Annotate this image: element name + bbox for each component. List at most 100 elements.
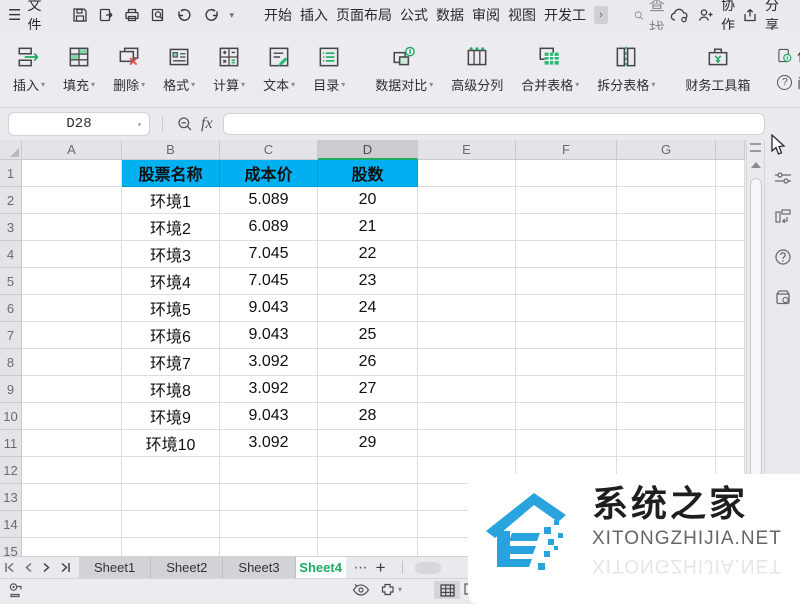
row-header-2[interactable]: 2 bbox=[0, 187, 22, 214]
cell-B3[interactable]: 环境2 bbox=[122, 214, 220, 241]
formula-input[interactable] bbox=[223, 113, 765, 135]
delete-button[interactable]: 删除▾ bbox=[104, 44, 154, 94]
cell-C10[interactable]: 9.043 bbox=[220, 403, 318, 430]
skin-settings-icon[interactable] bbox=[774, 288, 792, 306]
cell-F6[interactable] bbox=[516, 295, 617, 322]
cell-D5[interactable]: 23 bbox=[318, 268, 418, 295]
cell[interactable] bbox=[716, 214, 745, 241]
cell-E1[interactable] bbox=[418, 160, 516, 187]
cell-G4[interactable] bbox=[617, 241, 716, 268]
cell-C6[interactable]: 9.043 bbox=[220, 295, 318, 322]
zoom-out-icon[interactable] bbox=[177, 116, 193, 132]
tab-overflow-icon[interactable]: › bbox=[594, 6, 608, 24]
cell-A15[interactable] bbox=[22, 538, 122, 556]
cell-B13[interactable] bbox=[122, 484, 220, 511]
redo-icon[interactable] bbox=[203, 7, 220, 23]
usage-help-link[interactable]: 使用说明 bbox=[777, 46, 800, 65]
cell-C3[interactable]: 6.089 bbox=[220, 214, 318, 241]
select-all-corner[interactable] bbox=[0, 140, 22, 160]
tab-view[interactable]: 视图 bbox=[508, 5, 536, 25]
cell[interactable] bbox=[716, 403, 745, 430]
cell-A1[interactable] bbox=[22, 160, 122, 187]
sheet-tab-Sheet1[interactable]: Sheet1 bbox=[79, 557, 151, 578]
cell-F8[interactable] bbox=[516, 349, 617, 376]
sheet-tab-Sheet2[interactable]: Sheet2 bbox=[151, 557, 223, 578]
format-button[interactable]: 格式▾ bbox=[154, 44, 204, 94]
cell-A9[interactable] bbox=[22, 376, 122, 403]
cell-E2[interactable] bbox=[418, 187, 516, 214]
cell[interactable] bbox=[716, 241, 745, 268]
sheet-tab-Sheet3[interactable]: Sheet3 bbox=[223, 557, 295, 578]
last-sheet-icon[interactable] bbox=[60, 562, 71, 573]
row-header-4[interactable]: 4 bbox=[0, 241, 22, 268]
tab-formulas[interactable]: 公式 bbox=[400, 5, 428, 25]
row-header-9[interactable]: 9 bbox=[0, 376, 22, 403]
cell[interactable] bbox=[716, 268, 745, 295]
cell-B4[interactable]: 环境3 bbox=[122, 241, 220, 268]
text-button[interactable]: 文本▾ bbox=[254, 44, 304, 94]
cell-A6[interactable] bbox=[22, 295, 122, 322]
cell-E6[interactable] bbox=[418, 295, 516, 322]
share-icon[interactable] bbox=[742, 7, 758, 23]
cell-A14[interactable] bbox=[22, 511, 122, 538]
tab-developer[interactable]: 开发工 bbox=[544, 5, 586, 25]
cell-D12[interactable] bbox=[318, 457, 418, 484]
row-header-6[interactable]: 6 bbox=[0, 295, 22, 322]
cell-A13[interactable] bbox=[22, 484, 122, 511]
column-header[interactable] bbox=[716, 140, 745, 160]
column-header-D[interactable]: D bbox=[318, 140, 418, 160]
cell-C11[interactable]: 3.092 bbox=[220, 430, 318, 457]
cell-E5[interactable] bbox=[418, 268, 516, 295]
cell-C4[interactable]: 7.045 bbox=[220, 241, 318, 268]
row-header-11[interactable]: 11 bbox=[0, 430, 22, 457]
cell-E10[interactable] bbox=[418, 403, 516, 430]
cell[interactable] bbox=[716, 430, 745, 457]
cell-D15[interactable] bbox=[318, 538, 418, 556]
macro-record-icon[interactable] bbox=[8, 582, 25, 598]
properties-icon[interactable] bbox=[774, 170, 792, 186]
cell-B5[interactable]: 环境4 bbox=[122, 268, 220, 295]
cell[interactable] bbox=[716, 376, 745, 403]
cell-C15[interactable] bbox=[220, 538, 318, 556]
cell-A3[interactable] bbox=[22, 214, 122, 241]
cell-C9[interactable]: 3.092 bbox=[220, 376, 318, 403]
cell-B14[interactable] bbox=[122, 511, 220, 538]
cell-F3[interactable] bbox=[516, 214, 617, 241]
cell-E3[interactable] bbox=[418, 214, 516, 241]
row-header-8[interactable]: 8 bbox=[0, 349, 22, 376]
cell-D8[interactable]: 26 bbox=[318, 349, 418, 376]
cell-E9[interactable] bbox=[418, 376, 516, 403]
cell-C5[interactable]: 7.045 bbox=[220, 268, 318, 295]
tab-data[interactable]: 数据 bbox=[436, 5, 464, 25]
cell[interactable] bbox=[716, 322, 745, 349]
cell-B15[interactable] bbox=[122, 538, 220, 556]
cell-G5[interactable] bbox=[617, 268, 716, 295]
cell-D9[interactable]: 27 bbox=[318, 376, 418, 403]
cell-G1[interactable] bbox=[617, 160, 716, 187]
print-preview-icon[interactable] bbox=[150, 7, 166, 23]
split-handle[interactable] bbox=[750, 143, 761, 152]
toc-button[interactable]: 目录▾ bbox=[304, 44, 354, 94]
split-tables-button[interactable]: 拆分表格▾ bbox=[588, 44, 664, 94]
row-header-12[interactable]: 12 bbox=[0, 457, 22, 484]
column-header-C[interactable]: C bbox=[220, 140, 318, 160]
cell-G10[interactable] bbox=[617, 403, 716, 430]
cell-D13[interactable] bbox=[318, 484, 418, 511]
tab-review[interactable]: 审阅 bbox=[472, 5, 500, 25]
visibility-icon[interactable] bbox=[352, 582, 370, 597]
row-header-15[interactable]: 15 bbox=[0, 538, 22, 556]
row-header-14[interactable]: 14 bbox=[0, 511, 22, 538]
export-icon[interactable] bbox=[98, 7, 114, 23]
cell-B8[interactable]: 环境7 bbox=[122, 349, 220, 376]
tab-insert[interactable]: 插入 bbox=[300, 5, 328, 25]
horizontal-scrollbar[interactable] bbox=[415, 562, 441, 574]
more-sheets-icon[interactable]: ⋯ bbox=[354, 557, 368, 578]
feedback-link[interactable]: ? 问题反馈 bbox=[777, 73, 800, 92]
cell-C7[interactable]: 9.043 bbox=[220, 322, 318, 349]
cell-D4[interactable]: 22 bbox=[318, 241, 418, 268]
next-sheet-icon[interactable] bbox=[42, 562, 51, 573]
insert-button[interactable]: 插入▾ bbox=[4, 44, 54, 94]
tab-home[interactable]: 开始 bbox=[264, 5, 292, 25]
prev-sheet-icon[interactable] bbox=[24, 562, 33, 573]
normal-view-button[interactable] bbox=[434, 581, 460, 599]
